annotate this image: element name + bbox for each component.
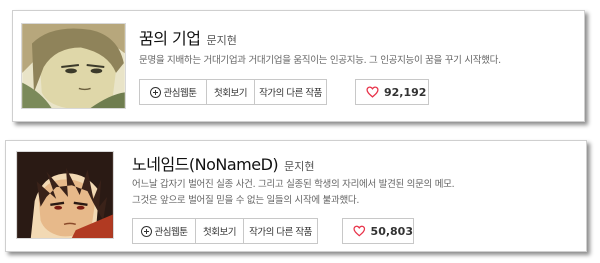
webtoon-thumbnail[interactable] <box>21 23 126 109</box>
action-buttons: 관심웹툰 첫회보기 작가의 다른 작품 <box>139 79 327 105</box>
webtoon-description: 문명을 지배하는 거대기업과 거대기업을 움직이는 인공지능. 그 인공지능이 … <box>139 53 501 69</box>
favorite-button[interactable]: 관심웹툰 <box>132 218 196 244</box>
favorite-label: 관심웹툰 <box>154 227 188 238</box>
description-line: 그것은 앞으로 벌어질 믿을 수 없는 일들의 시작에 불과했다. <box>132 195 360 206</box>
first-episode-button[interactable]: 첫회보기 <box>196 218 244 244</box>
description-line: 어느날 갑자기 벌어진 실종 사건. 그리고 실종된 학생의 자리에서 발견된 … <box>132 179 455 190</box>
webtoon-thumbnail[interactable] <box>16 151 114 239</box>
like-count: 50,803 <box>370 224 413 238</box>
like-button[interactable]: 50,803 <box>342 218 414 244</box>
first-episode-button[interactable]: 첫회보기 <box>207 79 255 105</box>
like-count: 92,192 <box>384 85 427 99</box>
author-name[interactable]: 문지현 <box>284 158 314 174</box>
other-works-label: 작가의 다른 작품 <box>259 88 322 99</box>
thumbnail-illustration <box>17 152 113 238</box>
author-name[interactable]: 문지현 <box>206 32 236 48</box>
title-row: 꿈의 기업 문지현 <box>139 25 237 49</box>
favorite-button[interactable]: 관심웹툰 <box>139 79 207 105</box>
webtoon-card: 꿈의 기업 문지현 문명을 지배하는 거대기업과 거대기업을 움직이는 인공지능… <box>12 10 585 122</box>
first-episode-label: 첫회보기 <box>214 88 247 99</box>
heart-icon <box>366 86 379 98</box>
title-row: 노네임드(NoNameD) 문지현 <box>132 151 315 175</box>
webtoon-description: 어느날 갑자기 벌어진 실종 사건. 그리고 실종된 학생의 자리에서 발견된 … <box>132 177 455 209</box>
plus-circle-icon <box>149 86 161 98</box>
plus-circle-icon <box>140 225 152 237</box>
webtoon-title[interactable]: 노네임드(NoNameD) <box>132 151 279 175</box>
other-works-button[interactable]: 작가의 다른 작품 <box>244 218 318 244</box>
thumbnail-illustration <box>22 24 125 108</box>
webtoon-title[interactable]: 꿈의 기업 <box>139 25 201 49</box>
webtoon-card: 노네임드(NoNameD) 문지현 어느날 갑자기 벌어진 실종 사건. 그리고… <box>5 140 587 252</box>
first-episode-label: 첫회보기 <box>203 227 236 238</box>
like-button[interactable]: 92,192 <box>355 79 429 105</box>
description-line: 문명을 지배하는 거대기업과 거대기업을 움직이는 인공지능. 그 인공지능이 … <box>139 55 501 66</box>
other-works-button[interactable]: 작가의 다른 작품 <box>255 79 327 105</box>
heart-icon <box>353 225 366 237</box>
favorite-label: 관심웹툰 <box>163 88 197 99</box>
other-works-label: 작가의 다른 작품 <box>249 227 312 238</box>
action-buttons: 관심웹툰 첫회보기 작가의 다른 작품 <box>132 218 318 244</box>
